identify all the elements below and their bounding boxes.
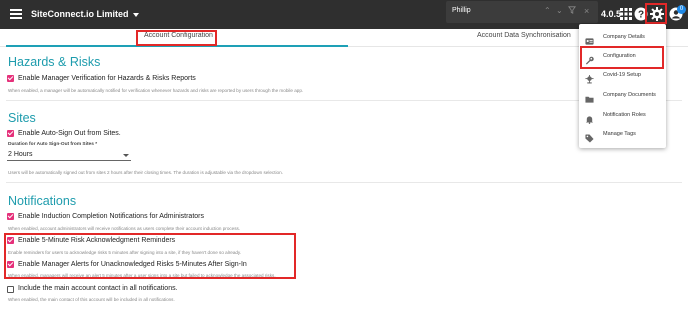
induction-notification-label: Enable Induction Completion Notification… [18, 213, 204, 220]
gear-highlight [645, 3, 667, 24]
menu-item-label: Notification Roles [603, 112, 646, 118]
auto-signout-checkbox[interactable] [7, 130, 14, 137]
reminders-highlight [4, 233, 296, 279]
sites-section-title: Sites [8, 111, 36, 125]
main-contact-help: When enabled, the main contact of this a… [8, 297, 175, 302]
search-next-icon[interactable]: ⌄ [556, 6, 563, 15]
id-card-icon [585, 33, 594, 45]
menu-item-notification-roles[interactable]: Notification Roles [579, 106, 666, 125]
auto-signout-label: Enable Auto-Sign Out from Sites. [18, 130, 121, 137]
duration-field-label: Duration for Auto Sign-Out from Sites * [8, 142, 98, 147]
chevron-down-icon [132, 12, 139, 17]
hazards-verification-checkbox[interactable] [7, 75, 14, 82]
filter-icon[interactable] [568, 6, 576, 16]
menu-item-company-documents[interactable]: Company Documents [579, 86, 666, 105]
duration-help: Users will be automatically signed out f… [8, 170, 283, 175]
company-name: SiteConnect.io Limited [31, 9, 129, 19]
search-term[interactable]: Phillip [452, 7, 471, 14]
notifications-section-title: Notifications [8, 194, 77, 208]
induction-notification-help: When enabled, account administrators wil… [8, 226, 241, 231]
folder-icon [585, 91, 594, 103]
search-bar[interactable]: Phillip ⌃ ⌄ × [446, 1, 598, 23]
menu-item-label: Manage Tags [603, 131, 636, 137]
duration-select[interactable]: 2 Hours [7, 150, 131, 161]
main-contact-checkbox[interactable] [7, 286, 14, 293]
bell-icon [585, 111, 594, 124]
hazards-verification-label: Enable Manager Verification for Hazards … [18, 75, 196, 82]
hazards-verification-help: When enabled, a manager will be automati… [8, 88, 304, 93]
svg-text:?: ? [638, 10, 644, 21]
apps-grid-icon[interactable] [618, 6, 634, 22]
menu-item-manage-tags[interactable]: Manage Tags [579, 125, 666, 144]
menu-item-company-details[interactable]: Company Details [579, 28, 666, 47]
configuration-highlight [580, 46, 664, 69]
induction-notification-checkbox[interactable] [7, 213, 14, 220]
duration-select-value: 2 Hours [8, 151, 33, 158]
divider [6, 182, 682, 183]
menu-item-label: Company Documents [603, 92, 656, 98]
chevron-down-icon [123, 154, 129, 157]
virus-icon [585, 71, 594, 84]
company-switcher[interactable]: SiteConnect.io Limited [31, 9, 139, 19]
notification-badge: 0 [677, 5, 686, 14]
search-previous-icon[interactable]: ⌃ [544, 6, 551, 15]
tag-icon [585, 130, 594, 143]
tab-highlight [136, 30, 217, 46]
menu-item-label: Company Details [603, 34, 645, 40]
settings-menu: Company Details Configuration Covid-19 S… [579, 24, 666, 148]
tab-account-data-synchronisation[interactable]: Account Data Synchronisation [477, 32, 571, 39]
hazards-section-title: Hazards & Risks [8, 55, 101, 69]
close-search-icon[interactable]: × [584, 6, 589, 16]
main-contact-label: Include the main account contact in all … [18, 285, 178, 292]
menu-item-label: Covid-19 Setup [603, 72, 641, 78]
hamburger-menu-icon[interactable] [10, 9, 22, 19]
